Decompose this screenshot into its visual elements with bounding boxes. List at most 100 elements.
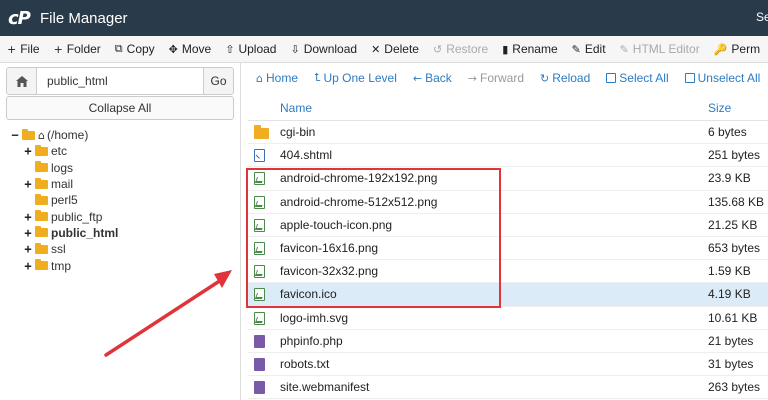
toolbar-file-button[interactable]: + File <box>0 36 47 62</box>
table-row[interactable]: favicon-32x32.png 1.59 KB <box>248 260 768 284</box>
toolbar-button-label: Move <box>181 42 212 56</box>
tree-item-public-ftp[interactable]: + public_ftp <box>10 208 118 224</box>
folder-icon <box>35 161 48 173</box>
go-button[interactable]: Go <box>203 68 233 94</box>
restore-icon: ↺ <box>432 42 443 56</box>
table-row[interactable]: 404.shtml 251 bytes <box>248 144 768 168</box>
nav-button-label: Up One Level <box>323 71 397 85</box>
tree-item-label: perl5 <box>51 193 78 208</box>
image-file-icon <box>254 172 265 186</box>
file-name: favicon.ico <box>280 287 337 302</box>
folder-icon <box>35 259 48 271</box>
tree-item-logs[interactable]: logs <box>10 160 118 176</box>
nav-button-label: Reload <box>552 71 591 85</box>
nav-button-label: Forward <box>480 71 525 85</box>
path-input[interactable] <box>37 68 203 94</box>
tree-item-label: public_html <box>51 225 119 240</box>
nav-up-one-level-button[interactable]: ⮤ Up One Level <box>306 71 405 85</box>
checkbox-checked-icon <box>606 73 617 83</box>
nav-unselect-all-button[interactable]: Unselect All <box>677 71 768 85</box>
toolbar-button-label: Upload <box>238 42 277 56</box>
toolbar-delete-button[interactable]: ✕ Delete <box>364 36 426 62</box>
table-row[interactable]: phpinfo.php 21 bytes <box>248 330 768 353</box>
file-size: 23.9 KB <box>708 171 751 186</box>
expand-toggle-icon[interactable]: + <box>23 177 33 191</box>
tree-item-label: mail <box>51 177 74 192</box>
text-file-icon <box>254 334 265 348</box>
tree-item-home[interactable]: − ⌂ (/home) <box>10 127 118 143</box>
file-name: android-chrome-512x512.png <box>280 194 438 209</box>
table-row[interactable]: apple-touch-icon.png 21.25 KB <box>248 214 768 237</box>
folder-icon <box>35 144 48 156</box>
folder-tree: − ⌂ (/home) + etc logs + mail perl5 + public_ftp + p… <box>10 127 118 274</box>
tree-item-public-html[interactable]: + public_html <box>10 225 118 241</box>
expand-toggle-icon[interactable]: + <box>23 226 33 240</box>
nav-select-all-button[interactable]: Select All <box>598 71 676 85</box>
collapse-all-button[interactable]: Collapse All <box>6 96 234 120</box>
reload-icon: ↻ <box>540 71 550 85</box>
toolbar-upload-button[interactable]: ⇧ Upload <box>218 36 283 62</box>
folder-icon <box>22 128 35 140</box>
tree-item-label: logs <box>51 160 74 175</box>
table-row[interactable]: robots.txt 31 bytes <box>248 353 768 377</box>
nav-reload-button[interactable]: ↻ Reload <box>532 71 598 85</box>
toolbar-html-editor-button[interactable]: ✎ HTML Editor <box>613 36 707 62</box>
table-row[interactable]: cgi-bin 6 bytes <box>248 121 768 145</box>
toolbar-edit-button[interactable]: ✎ Edit <box>565 36 613 62</box>
edit-icon: ✎ <box>571 42 581 56</box>
tree-item-label: (/home) <box>46 128 89 143</box>
nav-back-button[interactable]: ← Back <box>405 71 460 85</box>
toolbar-move-button[interactable]: ✥ Move <box>162 36 219 62</box>
table-row[interactable]: logo-imh.svg 10.61 KB <box>248 307 768 330</box>
toolbar-perm-button[interactable]: 🔑 Perm <box>707 36 767 62</box>
tree-item-etc[interactable]: + etc <box>10 143 118 159</box>
text-file-icon <box>254 357 265 371</box>
expand-toggle-icon[interactable]: + <box>23 242 33 256</box>
tree-item-perl5[interactable]: perl5 <box>10 192 118 208</box>
image-file-icon <box>254 241 265 255</box>
table-row[interactable]: favicon.ico 4.19 KB <box>248 283 768 307</box>
app-title: File Manager <box>40 9 128 27</box>
toolbar-download-button[interactable]: ⇩ Download <box>283 36 364 62</box>
text-file-icon <box>254 381 265 395</box>
file-name: logo-imh.svg <box>280 310 349 325</box>
app-header: cP File Manager Se <box>0 0 768 36</box>
column-header-name[interactable]: Name <box>280 101 312 115</box>
toolbar-restore-button[interactable]: ↺ Restore <box>426 36 495 62</box>
toolbar-button-label: Folder <box>66 42 101 56</box>
home-icon <box>15 75 28 87</box>
file-icon: + <box>7 42 17 56</box>
expand-toggle-icon[interactable]: + <box>23 210 33 224</box>
collapse-toggle-icon[interactable]: − <box>10 128 20 142</box>
column-header-size[interactable]: Size <box>708 101 731 115</box>
toolbar-rename-button[interactable]: ▮ Rename <box>495 36 564 62</box>
file-size: 6 bytes <box>708 125 747 140</box>
table-row[interactable]: android-chrome-192x192.png 23.9 KB <box>248 167 768 191</box>
image-file-icon <box>254 288 265 302</box>
expand-toggle-icon[interactable]: + <box>23 259 33 273</box>
nav-home-button[interactable]: ⌂ Home <box>248 71 306 85</box>
tree-item-mail[interactable]: + mail <box>10 176 118 192</box>
nav-forward-button[interactable]: → Forward <box>460 71 532 85</box>
home-path-button[interactable] <box>7 68 37 94</box>
nav-button-label: Back <box>425 71 452 85</box>
header-search-label[interactable]: Se <box>756 10 768 24</box>
toolbar-button-label: Rename <box>512 42 558 56</box>
table-row[interactable]: android-chrome-512x512.png 135.68 KB <box>248 191 768 214</box>
file-size: 1.59 KB <box>708 264 751 279</box>
nav-button-label: Select All <box>619 71 669 85</box>
tree-item-tmp[interactable]: + tmp <box>10 257 118 273</box>
tree-item-ssl[interactable]: + ssl <box>10 241 118 257</box>
path-bar: Go <box>6 67 234 95</box>
copy-icon: ⧉ <box>114 42 123 55</box>
cpanel-logo[interactable]: cP <box>8 6 34 30</box>
toolbar-folder-button[interactable]: + Folder <box>47 36 108 62</box>
toolbar-copy-button[interactable]: ⧉ Copy <box>108 36 162 62</box>
toolbar-button-label: Edit <box>584 42 606 56</box>
file-size: 135.68 KB <box>708 194 765 209</box>
home-icon: ⌂ <box>256 71 263 85</box>
table-row[interactable]: favicon-16x16.png 653 bytes <box>248 237 768 261</box>
nav-button-label: Unselect All <box>697 71 761 85</box>
expand-toggle-icon[interactable]: + <box>23 144 33 158</box>
table-row[interactable]: site.webmanifest 263 bytes <box>248 376 768 400</box>
